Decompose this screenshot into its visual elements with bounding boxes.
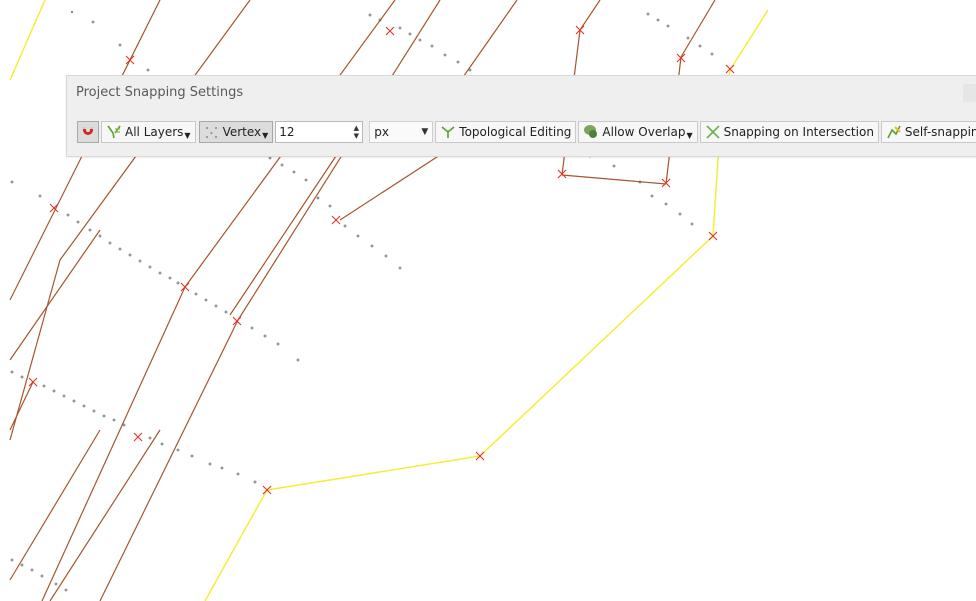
units-combobox[interactable]: px ▼ (369, 121, 434, 143)
chevron-down-icon: ▼ (686, 130, 693, 140)
overlap-label: Allow Overlap (602, 125, 686, 139)
snap-type-label: Vertex (222, 125, 262, 139)
units-value: px (374, 125, 390, 139)
spin-arrows-icon[interactable]: ▲ ▼ (350, 122, 362, 142)
self-snapping-button[interactable]: Self-snapping (880, 121, 976, 143)
snapping-toolbar: All Layers ▼ Vertex ▼ 12 ▲ ▼ px ▼ Topolo… (77, 120, 976, 144)
topological-editing-button[interactable]: Topological Editing (435, 121, 577, 143)
enable-snapping-button[interactable] (77, 121, 99, 143)
chevron-down-icon: ▼ (184, 130, 191, 140)
chevron-down-icon: ▼ (421, 127, 429, 137)
layers-snap-icon (106, 124, 122, 140)
layers-label: All Layers (125, 125, 184, 139)
topological-label: Topological Editing (459, 125, 572, 139)
snapping-panel: Project Snapping Settings All Layers ▼ V… (66, 75, 976, 157)
close-icon[interactable] (963, 84, 976, 102)
intersection-icon (705, 124, 721, 140)
intersection-label: Snapping on Intersection (723, 125, 874, 139)
magnet-icon (80, 124, 96, 140)
panel-title: Project Snapping Settings (76, 85, 244, 100)
overlap-icon (583, 124, 599, 140)
snap-type-dropdown[interactable]: Vertex ▼ (198, 121, 274, 143)
self-snap-icon (886, 124, 902, 140)
layers-dropdown[interactable]: All Layers ▼ (101, 121, 196, 143)
snapping-on-intersection-button[interactable]: Snapping on Intersection (699, 121, 879, 143)
tolerance-value: 12 (279, 125, 295, 139)
vertex-icon (204, 124, 220, 140)
topology-icon (440, 124, 456, 140)
self-snapping-label: Self-snapping (904, 125, 976, 139)
tolerance-spinbox[interactable]: 12 ▲ ▼ (275, 121, 364, 143)
allow-overlap-dropdown[interactable]: Allow Overlap ▼ (578, 121, 698, 143)
chevron-down-icon: ▼ (262, 130, 269, 140)
